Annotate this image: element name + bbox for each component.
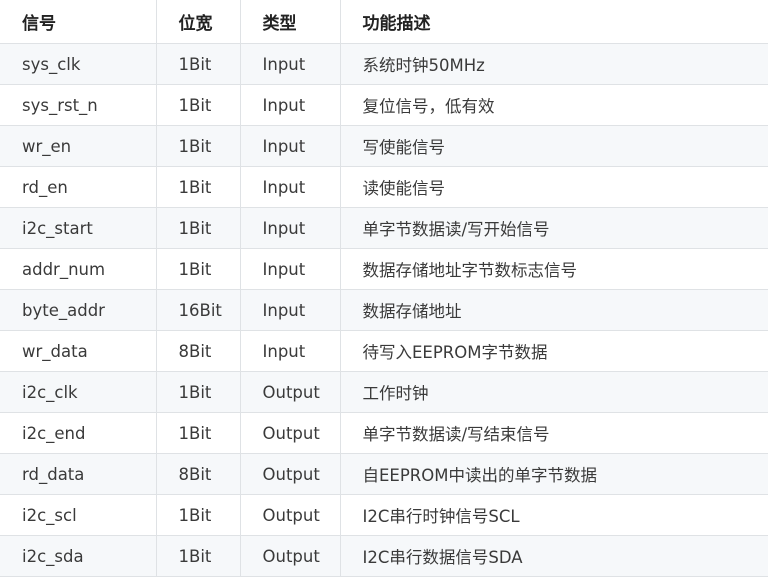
- cell-width: 1Bit: [155, 535, 241, 577]
- cell-type: Output: [239, 494, 341, 536]
- cell-width: 1Bit: [155, 371, 241, 413]
- cell-type: Input: [239, 248, 341, 290]
- table-row: byte_addr 16Bit Input 数据存储地址: [0, 289, 768, 331]
- cell-description: 单字节数据读/写开始信号: [339, 207, 768, 249]
- cell-signal: rd_data: [0, 453, 157, 495]
- cell-description: 读使能信号: [339, 166, 768, 208]
- cell-width: 1Bit: [155, 207, 241, 249]
- cell-description: I2C串行数据信号SDA: [339, 535, 768, 577]
- table-header: 信号 位宽 类型 功能描述: [0, 0, 768, 44]
- cell-signal: i2c_start: [0, 207, 157, 249]
- table-row: i2c_clk 1Bit Output 工作时钟: [0, 371, 768, 413]
- cell-width: 1Bit: [155, 412, 241, 454]
- cell-description: 系统时钟50MHz: [339, 43, 768, 85]
- cell-signal: i2c_end: [0, 412, 157, 454]
- cell-description: 单字节数据读/写结束信号: [339, 412, 768, 454]
- cell-width: 8Bit: [155, 453, 241, 495]
- table-row: i2c_end 1Bit Output 单字节数据读/写结束信号: [0, 412, 768, 454]
- header-width: 位宽: [155, 0, 241, 44]
- cell-type: Input: [239, 330, 341, 372]
- table-row: rd_en 1Bit Input 读使能信号: [0, 166, 768, 208]
- cell-width: 1Bit: [155, 494, 241, 536]
- header-type: 类型: [239, 0, 341, 44]
- table-row: i2c_scl 1Bit Output I2C串行时钟信号SCL: [0, 494, 768, 536]
- cell-width: 8Bit: [155, 330, 241, 372]
- cell-type: Input: [239, 166, 341, 208]
- header-row: 信号 位宽 类型 功能描述: [0, 0, 768, 44]
- cell-signal: wr_data: [0, 330, 157, 372]
- cell-description: 自EEPROM中读出的单字节数据: [339, 453, 768, 495]
- cell-type: Output: [239, 412, 341, 454]
- cell-type: Output: [239, 453, 341, 495]
- cell-signal: addr_num: [0, 248, 157, 290]
- cell-type: Input: [239, 289, 341, 331]
- cell-description: I2C串行时钟信号SCL: [339, 494, 768, 536]
- table-row: wr_data 8Bit Input 待写入EEPROM字节数据: [0, 330, 768, 372]
- signal-table: 信号 位宽 类型 功能描述 sys_clk 1Bit Input 系统时钟50M…: [0, 0, 768, 577]
- header-signal: 信号: [0, 0, 157, 44]
- cell-type: Input: [239, 125, 341, 167]
- table-row: rd_data 8Bit Output 自EEPROM中读出的单字节数据: [0, 453, 768, 495]
- cell-signal: rd_en: [0, 166, 157, 208]
- cell-width: 16Bit: [155, 289, 241, 331]
- cell-width: 1Bit: [155, 84, 241, 126]
- table-row: wr_en 1Bit Input 写使能信号: [0, 125, 768, 167]
- cell-type: Input: [239, 84, 341, 126]
- table-row: sys_rst_n 1Bit Input 复位信号，低有效: [0, 84, 768, 126]
- cell-width: 1Bit: [155, 166, 241, 208]
- cell-description: 数据存储地址字节数标志信号: [339, 248, 768, 290]
- header-description: 功能描述: [339, 0, 768, 44]
- cell-width: 1Bit: [155, 248, 241, 290]
- cell-signal: wr_en: [0, 125, 157, 167]
- cell-width: 1Bit: [155, 125, 241, 167]
- cell-signal: i2c_clk: [0, 371, 157, 413]
- table-row: addr_num 1Bit Input 数据存储地址字节数标志信号: [0, 248, 768, 290]
- cell-description: 待写入EEPROM字节数据: [339, 330, 768, 372]
- cell-description: 工作时钟: [339, 371, 768, 413]
- cell-signal: sys_clk: [0, 43, 157, 85]
- cell-width: 1Bit: [155, 43, 241, 85]
- table-row: i2c_sda 1Bit Output I2C串行数据信号SDA: [0, 535, 768, 577]
- table-row: i2c_start 1Bit Input 单字节数据读/写开始信号: [0, 207, 768, 249]
- cell-signal: i2c_scl: [0, 494, 157, 536]
- cell-type: Input: [239, 43, 341, 85]
- cell-description: 数据存储地址: [339, 289, 768, 331]
- table-row: sys_clk 1Bit Input 系统时钟50MHz: [0, 43, 768, 85]
- cell-signal: sys_rst_n: [0, 84, 157, 126]
- cell-type: Output: [239, 371, 341, 413]
- cell-description: 复位信号，低有效: [339, 84, 768, 126]
- cell-description: 写使能信号: [339, 125, 768, 167]
- table-body: sys_clk 1Bit Input 系统时钟50MHz sys_rst_n 1…: [0, 43, 768, 577]
- cell-signal: i2c_sda: [0, 535, 157, 577]
- cell-signal: byte_addr: [0, 289, 157, 331]
- cell-type: Output: [239, 535, 341, 577]
- cell-type: Input: [239, 207, 341, 249]
